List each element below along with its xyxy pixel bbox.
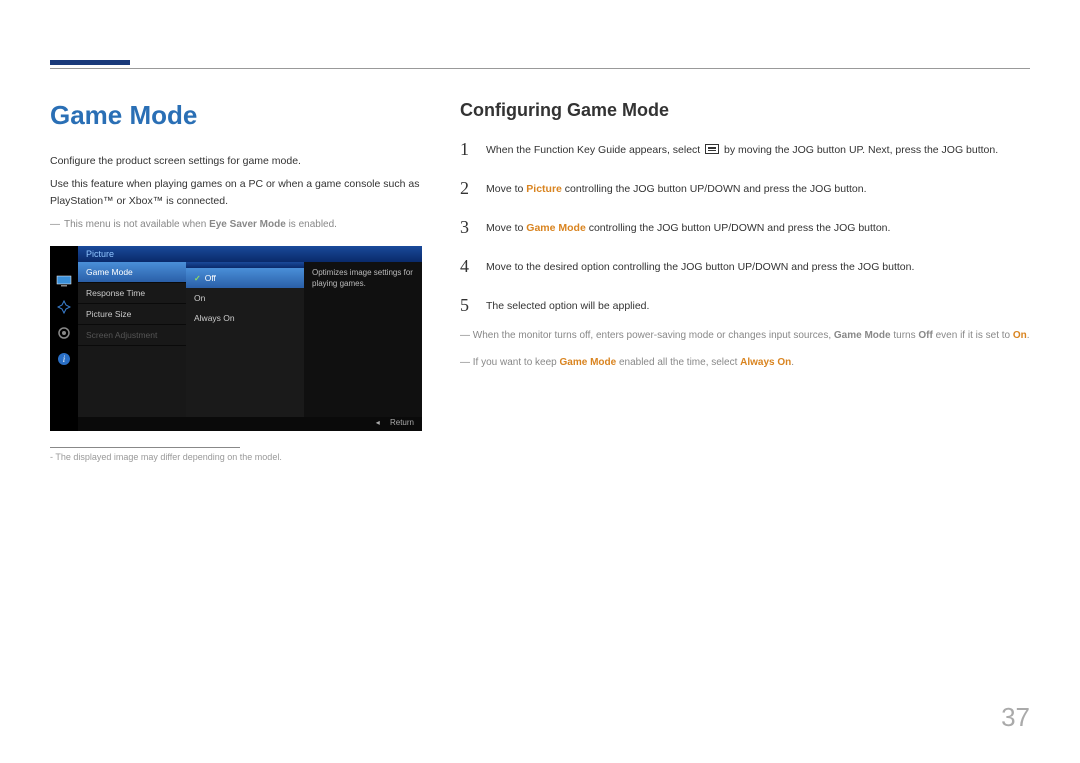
note-orange: On xyxy=(1013,330,1027,341)
osd-body: Game Mode Response Time Picture Size Scr… xyxy=(78,262,422,417)
osd-menu-item: Picture Size xyxy=(78,304,186,325)
osd-option-label: Off xyxy=(205,273,216,283)
step-number: 2 xyxy=(460,178,472,199)
step-number: 4 xyxy=(460,256,472,277)
step-text: Move to Game Mode controlling the JOG bu… xyxy=(486,217,890,238)
note-power-off: ― When the monitor turns off, enters pow… xyxy=(460,328,1030,343)
osd-footer-arrow: ◂ xyxy=(376,418,380,427)
note-dash: ― xyxy=(50,219,60,230)
step-text-b: controlling the JOG button UP/DOWN and p… xyxy=(562,183,867,195)
step-text: The selected option will be applied. xyxy=(486,295,649,316)
step-orange: Picture xyxy=(526,183,562,195)
step-text-a: Move to xyxy=(486,183,526,195)
subsection-title: Configuring Game Mode xyxy=(460,100,1030,121)
note-text: When the monitor turns off, enters power… xyxy=(473,330,834,341)
menu-icon xyxy=(705,144,719,154)
gear-icon xyxy=(56,326,72,340)
left-column: Game Mode Configure the product screen s… xyxy=(50,100,430,462)
footnote-rule xyxy=(50,447,240,448)
note-text-a: This menu is not available when xyxy=(64,219,209,230)
osd-main: Picture Game Mode Response Time Picture … xyxy=(78,246,422,431)
osd-option: On xyxy=(186,288,304,308)
osd-header: Picture xyxy=(78,246,422,262)
osd-menu-item: Screen Adjustment xyxy=(78,325,186,346)
header-accent xyxy=(50,60,130,65)
step-number: 1 xyxy=(460,139,472,160)
footnote: - The displayed image may differ dependi… xyxy=(50,452,430,462)
section-title: Game Mode xyxy=(50,100,430,131)
page-number: 37 xyxy=(1001,702,1030,733)
note-text: . xyxy=(791,357,794,368)
note-dash: ― xyxy=(460,357,470,368)
note-always-on: ― If you want to keep Game Mode enabled … xyxy=(460,355,1030,370)
note-text: turns xyxy=(891,330,919,341)
osd-option: ✓ Off xyxy=(186,268,304,288)
osd-sidebar: i xyxy=(50,246,78,431)
note-text: even if it is set to xyxy=(933,330,1013,341)
step-text-b: controlling the JOG button UP/DOWN and p… xyxy=(586,222,891,234)
osd-description: Optimizes image settings for playing gam… xyxy=(304,262,422,417)
intro-para-1: Configure the product screen settings fo… xyxy=(50,153,430,170)
step-text-a: Move to xyxy=(486,222,526,234)
note-orange: Game Mode xyxy=(560,357,617,368)
intro-para-2: Use this feature when playing games on a… xyxy=(50,176,430,210)
osd-footer-return: Return xyxy=(390,418,414,427)
note-bold: Game Mode xyxy=(834,330,891,341)
monitor-icon xyxy=(56,274,72,288)
footnote-text: The displayed image may differ depending… xyxy=(55,452,281,462)
step-4: 4 Move to the desired option controlling… xyxy=(460,256,1030,277)
footnote-dash: - xyxy=(50,452,53,462)
step-1: 1 When the Function Key Guide appears, s… xyxy=(460,139,1030,160)
step-text: Move to the desired option controlling t… xyxy=(486,256,914,277)
check-icon: ✓ xyxy=(194,274,201,283)
step-number: 3 xyxy=(460,217,472,238)
note-orange: Always On xyxy=(740,357,791,368)
target-icon xyxy=(56,300,72,314)
step-3: 3 Move to Game Mode controlling the JOG … xyxy=(460,217,1030,238)
note-text: enabled all the time, select xyxy=(616,357,740,368)
osd-menu-item: Response Time xyxy=(78,283,186,304)
note-dash: ― xyxy=(460,330,470,341)
step-5: 5 The selected option will be applied. xyxy=(460,295,1030,316)
note-eye-saver: ― This menu is not available when Eye Sav… xyxy=(50,217,430,232)
note-text: If you want to keep xyxy=(473,357,560,368)
step-text-b: by moving the JOG button UP. Next, press… xyxy=(721,144,998,156)
step-text: When the Function Key Guide appears, sel… xyxy=(486,139,998,160)
note-text: . xyxy=(1027,330,1030,341)
osd-menu-item: Game Mode xyxy=(78,262,186,283)
info-icon: i xyxy=(56,352,72,366)
step-text-a: When the Function Key Guide appears, sel… xyxy=(486,144,703,156)
note-bold: Eye Saver Mode xyxy=(209,219,286,230)
osd-footer: ◂ Return xyxy=(78,417,422,431)
osd-option: Always On xyxy=(186,308,304,328)
note-text-b: is enabled. xyxy=(286,219,337,230)
right-column: Configuring Game Mode 1 When the Functio… xyxy=(460,100,1030,370)
osd-menu: Game Mode Response Time Picture Size Scr… xyxy=(78,262,186,417)
osd-screenshot: i Picture Game Mode Response Time Pictur… xyxy=(50,246,422,431)
header-rule xyxy=(50,68,1030,69)
step-orange: Game Mode xyxy=(526,222,586,234)
step-2: 2 Move to Picture controlling the JOG bu… xyxy=(460,178,1030,199)
steps-list: 1 When the Function Key Guide appears, s… xyxy=(460,139,1030,316)
step-text: Move to Picture controlling the JOG butt… xyxy=(486,178,867,199)
osd-options: ✓ Off On Always On xyxy=(186,262,304,417)
step-number: 5 xyxy=(460,295,472,316)
note-bold: Off xyxy=(918,330,932,341)
